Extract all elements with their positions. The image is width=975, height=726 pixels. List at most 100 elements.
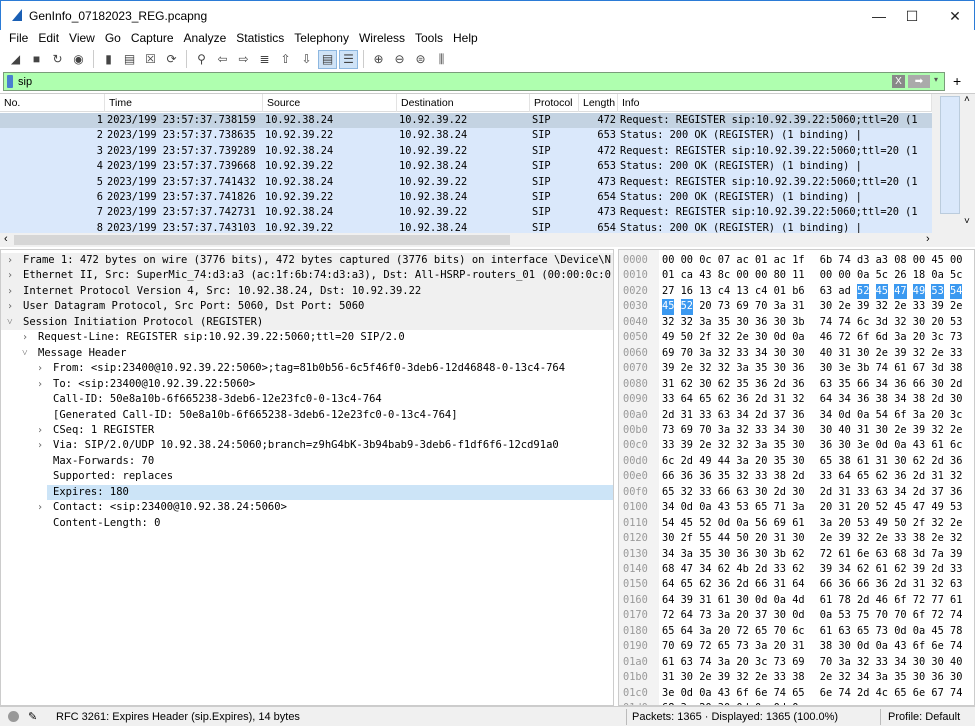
hex-byte[interactable]: 66: [820, 577, 832, 593]
hex-byte[interactable]: 31: [792, 299, 804, 315]
hex-byte[interactable]: 63: [838, 624, 850, 640]
hex-byte[interactable]: 36: [950, 485, 962, 501]
menu-edit[interactable]: Edit: [33, 30, 64, 47]
hex-byte[interactable]: 44: [718, 531, 730, 547]
hex-byte[interactable]: 43: [718, 686, 730, 702]
detail-item[interactable]: Max-Forwards: 70: [1, 454, 613, 470]
hex-byte[interactable]: 55: [699, 531, 711, 547]
hex-byte[interactable]: 3a: [718, 423, 730, 439]
hex-byte[interactable]: 31: [792, 639, 804, 655]
hex-byte[interactable]: 69: [681, 639, 693, 655]
hex-byte[interactable]: 45: [894, 500, 906, 516]
hex-byte[interactable]: 0a: [857, 268, 869, 284]
hex-byte[interactable]: 39: [857, 299, 869, 315]
hex-byte[interactable]: 65: [857, 469, 869, 485]
hex-byte[interactable]: 31: [838, 346, 850, 362]
hex-byte[interactable]: 75: [857, 608, 869, 624]
hex-byte[interactable]: 33: [736, 346, 748, 362]
hex-byte[interactable]: 64: [681, 624, 693, 640]
hex-byte[interactable]: 3a: [736, 454, 748, 470]
hex-byte[interactable]: 63: [736, 485, 748, 501]
hex-byte[interactable]: 34: [820, 408, 832, 424]
expand-arrow-icon[interactable]: ›: [37, 377, 47, 393]
hex-byte[interactable]: 6b: [820, 253, 832, 269]
column-header-src[interactable]: Source: [263, 94, 397, 112]
hex-byte[interactable]: 31: [681, 408, 693, 424]
find-packet-icon[interactable]: ⚲: [192, 50, 211, 69]
hex-byte[interactable]: 0a: [736, 516, 748, 532]
add-filter-button[interactable]: +: [953, 73, 961, 89]
hex-byte[interactable]: 65: [792, 686, 804, 702]
hex-byte[interactable]: 6f: [913, 639, 925, 655]
hex-byte[interactable]: 31: [774, 577, 786, 593]
hex-byte[interactable]: 36: [699, 469, 711, 485]
hex-byte[interactable]: 69: [736, 299, 748, 315]
hex-byte[interactable]: 61: [931, 438, 943, 454]
hex-byte[interactable]: 6c: [792, 624, 804, 640]
detail-item[interactable]: › Via: SIP/2.0/UDP 10.92.38.24:5060;branc…: [1, 438, 613, 454]
detail-item[interactable]: › To: <sip:23400@10.92.39.22:5060>: [1, 377, 613, 393]
hex-byte[interactable]: 52: [876, 500, 888, 516]
hex-byte[interactable]: 33: [774, 670, 786, 686]
hex-byte[interactable]: 62: [718, 377, 730, 393]
hex-byte[interactable]: 6f: [894, 593, 906, 609]
hex-byte[interactable]: 34: [838, 562, 850, 578]
hex-byte[interactable]: 3c: [931, 330, 943, 346]
hex-byte[interactable]: 30: [774, 361, 786, 377]
hex-byte[interactable]: 39: [838, 531, 850, 547]
hex-byte[interactable]: 30: [931, 655, 943, 671]
hex-byte[interactable]: 73: [774, 655, 786, 671]
hex-byte[interactable]: 2d: [894, 577, 906, 593]
menu-wireless[interactable]: Wireless: [354, 30, 410, 47]
hex-byte[interactable]: 74: [838, 686, 850, 702]
hex-byte[interactable]: 34: [876, 377, 888, 393]
hex-byte[interactable]: 62: [876, 469, 888, 485]
menu-view[interactable]: View: [64, 30, 100, 47]
detail-item[interactable]: › CSeq: 1 REGISTER: [1, 423, 613, 439]
hex-byte[interactable]: 3a: [699, 315, 711, 331]
hex-byte[interactable]: 35: [718, 315, 730, 331]
hex-byte[interactable]: 46: [876, 593, 888, 609]
hex-byte[interactable]: 3d: [913, 547, 925, 563]
hex-byte[interactable]: 74: [699, 655, 711, 671]
column-header-len[interactable]: Length: [579, 94, 618, 112]
hex-byte[interactable]: 00: [838, 268, 850, 284]
hex-byte[interactable]: 39: [681, 438, 693, 454]
hex-byte[interactable]: 07: [718, 253, 730, 269]
menu-statistics[interactable]: Statistics: [231, 30, 289, 47]
hex-byte[interactable]: 63: [876, 485, 888, 501]
hex-byte[interactable]: 2e: [950, 423, 962, 439]
hex-byte[interactable]: 3a: [792, 500, 804, 516]
hex-byte[interactable]: 38: [820, 639, 832, 655]
hex-byte[interactable]: 43: [699, 268, 711, 284]
packet-row[interactable]: 2 2023/199 23:57:37.738635 10.92.39.22 10.9…: [0, 128, 932, 144]
colorize-icon[interactable]: ☰: [339, 49, 358, 69]
hex-byte[interactable]: 30: [792, 438, 804, 454]
hex-byte[interactable]: 43: [718, 500, 730, 516]
hex-byte[interactable]: 39: [950, 547, 962, 563]
hex-byte[interactable]: 00: [820, 268, 832, 284]
hex-byte[interactable]: 5c: [950, 268, 962, 284]
hex-byte[interactable]: 30: [792, 423, 804, 439]
hex-byte[interactable]: 30: [681, 670, 693, 686]
hex-byte[interactable]: 78: [838, 593, 850, 609]
hex-byte[interactable]: 37: [931, 485, 943, 501]
hex-byte[interactable]: 3b: [792, 315, 804, 331]
hex-byte[interactable]: 72: [838, 330, 850, 346]
hex-byte[interactable]: ca: [681, 268, 693, 284]
detail-item[interactable]: Expires: 180: [47, 484, 613, 501]
hex-byte[interactable]: 50: [736, 531, 748, 547]
hex-byte[interactable]: 53: [950, 315, 962, 331]
hex-byte[interactable]: 0a: [913, 624, 925, 640]
hex-byte[interactable]: 33: [662, 438, 674, 454]
hex-byte[interactable]: 2e: [838, 299, 850, 315]
hex-byte[interactable]: 30: [838, 639, 850, 655]
hex-byte[interactable]: 62: [792, 562, 804, 578]
hex-byte[interactable]: 44: [718, 454, 730, 470]
hex-byte[interactable]: 0d: [774, 330, 786, 346]
hex-byte[interactable]: 43: [913, 438, 925, 454]
hex-byte[interactable]: 2e: [699, 438, 711, 454]
hex-byte[interactable]: 50: [894, 516, 906, 532]
hex-byte[interactable]: 30: [774, 315, 786, 331]
hex-byte[interactable]: 72: [736, 624, 748, 640]
